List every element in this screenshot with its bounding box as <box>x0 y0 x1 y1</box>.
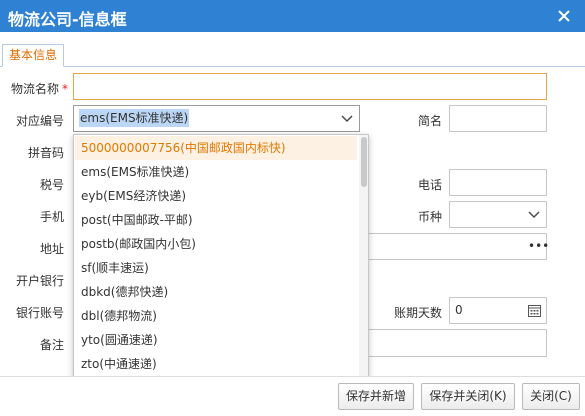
ellipsis-icon[interactable]: ••• <box>528 240 549 252</box>
dropdown-option[interactable]: 5000000007756(中国邮政国内标快) <box>75 136 357 160</box>
save-and-close-button[interactable]: 保存并关闭(K) <box>421 383 515 410</box>
mobile-label: 手机 <box>39 210 64 224</box>
save-and-new-button[interactable]: 保存并新增 <box>338 383 414 410</box>
code-dropdown-list: 5000000007756(中国邮政国内标快) ems(EMS标准快递) eyb… <box>73 134 369 378</box>
short-name-label: 简名 <box>417 114 442 128</box>
dropdown-option[interactable]: dbkd(德邦快递) <box>75 280 357 304</box>
code-selected-value: ems(EMS标准快递) <box>79 109 190 127</box>
short-name-input[interactable] <box>449 105 547 132</box>
title-bar: 物流公司-信息框 <box>0 0 585 32</box>
address-label: 地址 <box>39 242 64 256</box>
dropdown-option[interactable]: ems(EMS标准快递) <box>75 160 357 184</box>
dropdown-option[interactable]: dbl(德邦物流) <box>75 304 357 328</box>
name-label: 物流名称 * <box>0 81 68 97</box>
scrollbar-thumb[interactable] <box>361 137 367 187</box>
dropdown-option[interactable]: sf(顺丰速运) <box>75 256 357 280</box>
name-label-text: 物流名称 <box>10 82 59 96</box>
chevron-down-icon[interactable] <box>341 114 353 124</box>
note-label: 备注 <box>39 338 64 352</box>
dropdown-option[interactable]: post(中国邮政-平邮) <box>75 208 357 232</box>
payment-days-label: 账期天数 <box>393 306 442 320</box>
phone-input[interactable] <box>449 169 547 196</box>
code-label: 对应编号 <box>15 114 64 128</box>
bank-label: 开户银行 <box>15 274 64 288</box>
currency-select[interactable] <box>449 201 547 228</box>
code-select[interactable]: ems(EMS标准快递) <box>73 105 360 132</box>
close-icon[interactable] <box>556 8 572 24</box>
tax-label: 税号 <box>39 178 64 192</box>
phone-label: 电话 <box>417 178 442 192</box>
dropdown-scrollbar[interactable] <box>359 135 368 377</box>
dropdown-option[interactable]: postb(邮政国内小包) <box>75 232 357 256</box>
window-title: 物流公司-信息框 <box>8 10 127 29</box>
payment-days-value: 0 <box>455 303 463 317</box>
close-button[interactable]: 关闭(C) <box>522 383 580 410</box>
dropdown-option[interactable]: zto(中通速递) <box>75 352 357 376</box>
required-mark: * <box>62 82 68 96</box>
pinyin-label: 拼音码 <box>27 146 64 160</box>
chevron-down-icon[interactable] <box>528 210 540 220</box>
tab-strip: 基本信息 <box>0 44 585 67</box>
tab-basic-info[interactable]: 基本信息 <box>2 44 65 67</box>
dropdown-option[interactable]: eyb(EMS经济快递) <box>75 184 357 208</box>
dialog-footer: 保存并新增 保存并关闭(K) 关闭(C) <box>0 376 585 416</box>
dropdown-option[interactable]: yto(圆通速递) <box>75 328 357 352</box>
payment-days-input[interactable]: 0 <box>449 297 547 324</box>
account-label: 银行账号 <box>15 306 64 320</box>
calendar-icon[interactable] <box>528 304 541 317</box>
name-input[interactable] <box>73 73 547 100</box>
currency-label: 币种 <box>417 210 442 224</box>
